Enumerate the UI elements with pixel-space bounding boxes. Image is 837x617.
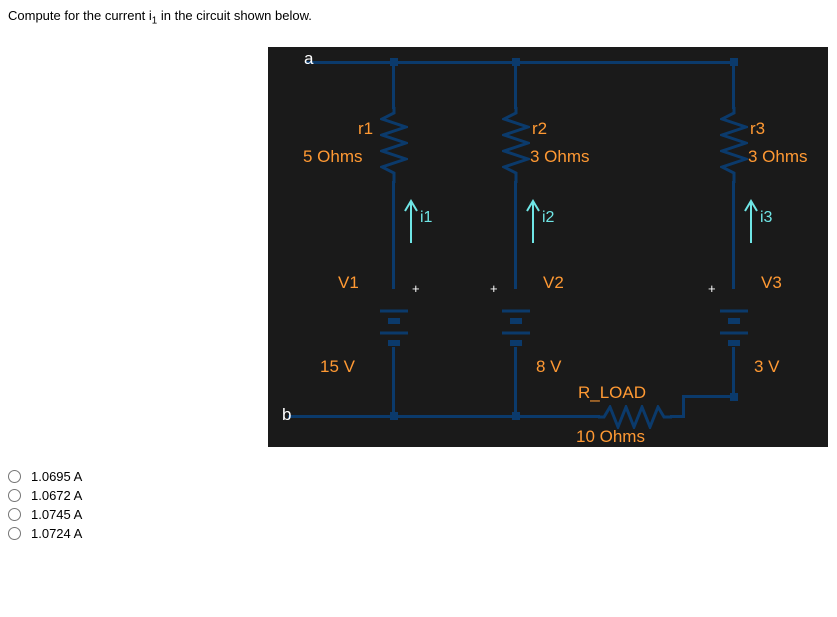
wire: [514, 347, 517, 417]
circuit-diagram: a b r1 5 Ohms r2 3 Ohms r3 3 Ohms i1 i2 …: [268, 47, 828, 447]
option-3[interactable]: 1.0724 A: [8, 524, 829, 543]
v3-value: 3 V: [754, 357, 780, 377]
battery-v2: [498, 303, 534, 347]
wire: [682, 395, 685, 418]
node-b-label: b: [282, 405, 291, 425]
wire: [306, 61, 734, 64]
wire: [732, 61, 735, 109]
option-radio-0[interactable]: [8, 470, 21, 483]
battery-v1: [376, 303, 412, 347]
wire: [514, 181, 517, 289]
wire: [732, 347, 735, 397]
v2-name: V2: [543, 273, 564, 293]
wire: [514, 61, 517, 109]
i1-label: i1: [420, 209, 432, 227]
option-2[interactable]: 1.0745 A: [8, 505, 829, 524]
i2-label: i2: [542, 209, 554, 227]
v3-name: V3: [761, 273, 782, 293]
r3-name: r3: [750, 119, 765, 139]
option-label-2: 1.0745 A: [31, 507, 82, 522]
current-arrow-i2: [525, 197, 541, 243]
i3-label: i3: [760, 209, 772, 227]
wire: [392, 61, 395, 109]
v2-value: 8 V: [536, 357, 562, 377]
resistor-r3: [720, 107, 748, 183]
r1-value: 5 Ohms: [303, 147, 363, 167]
answer-options: 1.0695 A 1.0672 A 1.0745 A 1.0724 A: [8, 467, 829, 543]
v1-name: V1: [338, 273, 359, 293]
option-radio-2[interactable]: [8, 508, 21, 521]
r2-value: 3 Ohms: [530, 147, 590, 167]
option-radio-1[interactable]: [8, 489, 21, 502]
option-label-0: 1.0695 A: [31, 469, 82, 484]
option-label-3: 1.0724 A: [31, 526, 82, 541]
r3-value: 3 Ohms: [748, 147, 808, 167]
option-1[interactable]: 1.0672 A: [8, 486, 829, 505]
wire: [392, 347, 395, 417]
circuit-diagram-wrap: a b r1 5 Ohms r2 3 Ohms r3 3 Ohms i1 i2 …: [268, 47, 829, 447]
node-a-label: a: [304, 49, 313, 69]
option-0[interactable]: 1.0695 A: [8, 467, 829, 486]
wire: [288, 415, 588, 418]
r2-name: r2: [532, 119, 547, 139]
wire: [682, 395, 735, 398]
v1-value: 15 V: [320, 357, 355, 377]
rload-value: 10 Ohms: [576, 427, 645, 447]
option-radio-3[interactable]: [8, 527, 21, 540]
battery-v3: [716, 303, 752, 347]
v3-plus: +: [708, 281, 716, 296]
question-text: Compute for the current i1 in the circui…: [8, 8, 829, 27]
resistor-r1: [380, 107, 408, 183]
r1-name: r1: [358, 119, 373, 139]
current-arrow-i3: [743, 197, 759, 243]
rload-name: R_LOAD: [578, 383, 646, 403]
v2-plus: +: [490, 281, 498, 296]
current-arrow-i1: [403, 197, 419, 243]
v1-plus: +: [412, 281, 420, 296]
resistor-rload: [598, 405, 672, 429]
option-label-1: 1.0672 A: [31, 488, 82, 503]
resistor-r2: [502, 107, 530, 183]
wire: [732, 181, 735, 289]
wire: [392, 181, 395, 289]
